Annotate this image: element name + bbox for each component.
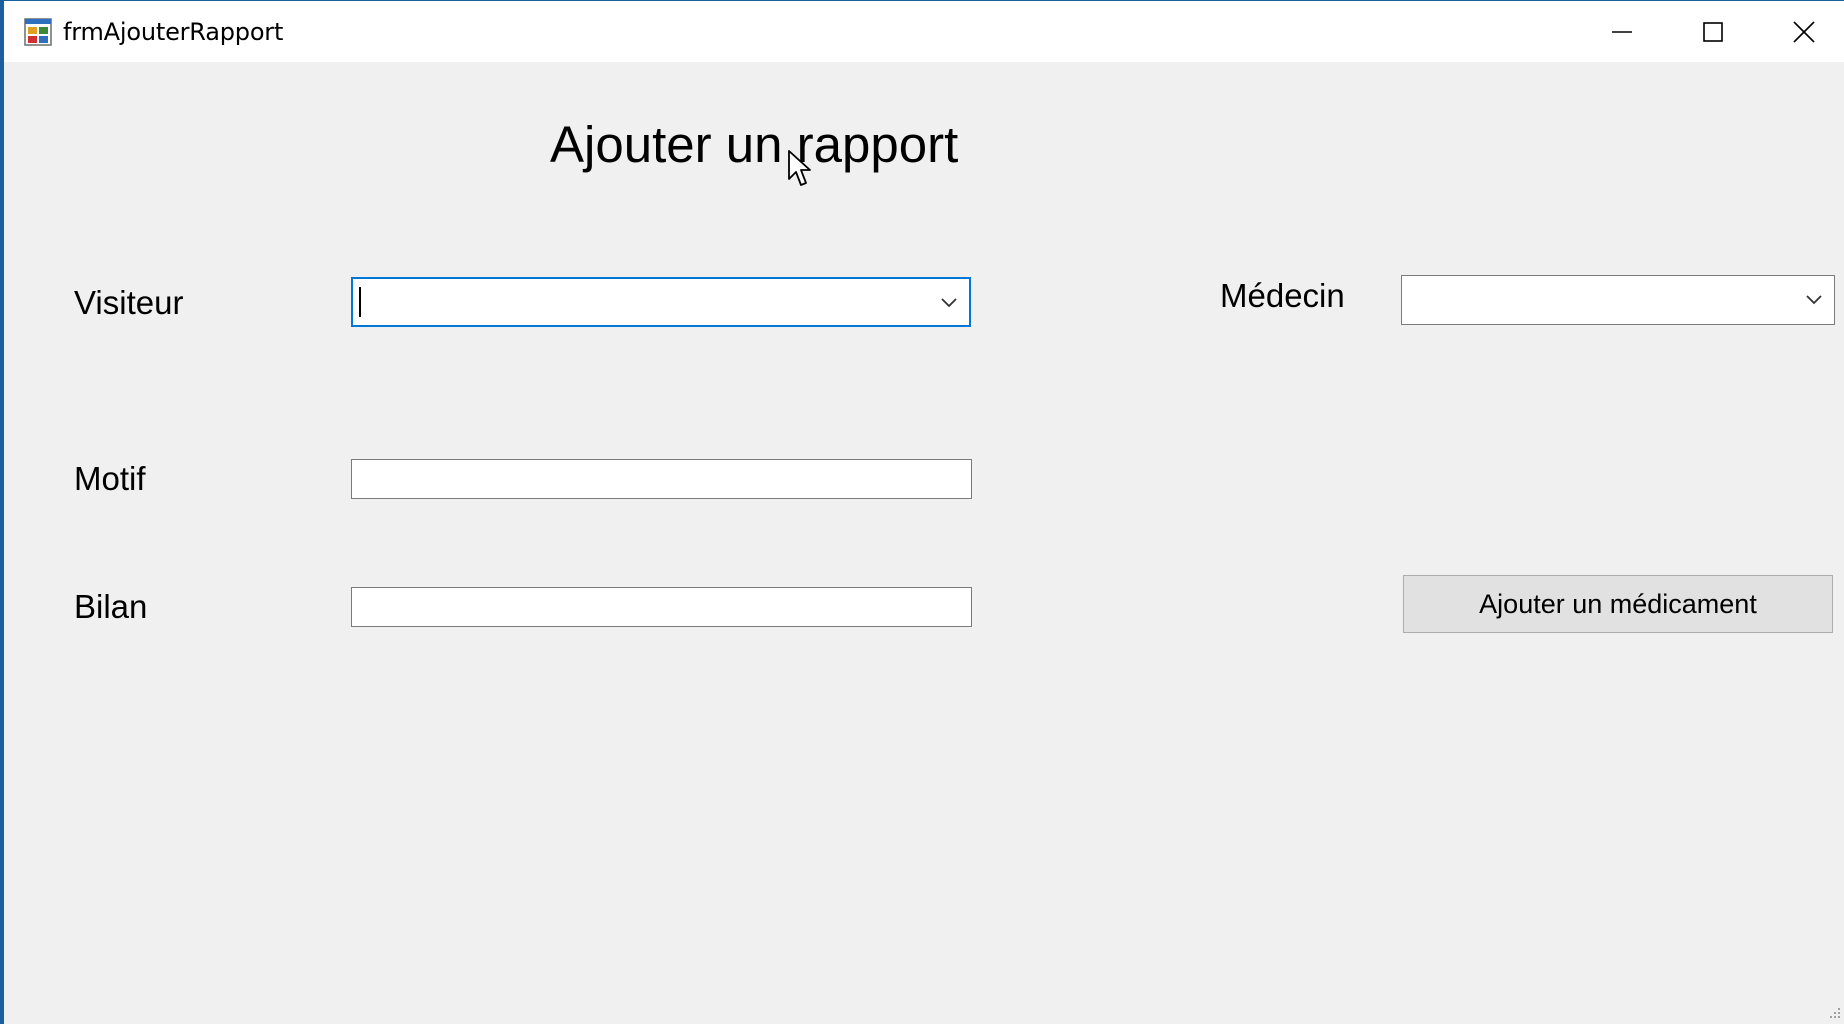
title-bar[interactable]: frmAjouterRapport xyxy=(4,1,1844,62)
text-caret xyxy=(359,287,361,317)
visiteur-combobox[interactable] xyxy=(351,277,971,327)
close-icon xyxy=(1793,20,1815,43)
medecin-label: Médecin xyxy=(1220,277,1345,314)
maximize-button[interactable] xyxy=(1668,1,1758,62)
maximize-icon xyxy=(1703,21,1723,42)
app-window: frmAjouterRapport Ajouter un rapport Vis… xyxy=(0,0,1844,1024)
mouse-pointer-icon xyxy=(788,150,811,186)
resize-grip-icon[interactable] xyxy=(1824,1004,1842,1022)
bilan-label: Bilan xyxy=(74,588,148,625)
chevron-down-icon[interactable] xyxy=(939,295,959,309)
visiteur-label: Visiteur xyxy=(74,284,184,321)
minimize-icon xyxy=(1612,30,1632,33)
winforms-app-icon xyxy=(24,18,52,46)
page-title: Ajouter un rapport xyxy=(550,116,959,173)
chevron-down-icon[interactable] xyxy=(1804,292,1824,306)
window-title: frmAjouterRapport xyxy=(63,18,284,46)
medecin-combobox[interactable] xyxy=(1401,275,1835,325)
bilan-input[interactable] xyxy=(351,587,972,627)
motif-label: Motif xyxy=(74,460,146,497)
motif-input[interactable] xyxy=(351,459,972,499)
close-button[interactable] xyxy=(1759,1,1844,62)
minimize-button[interactable] xyxy=(1577,1,1667,62)
add-medicament-button[interactable]: Ajouter un médicament xyxy=(1403,575,1833,633)
